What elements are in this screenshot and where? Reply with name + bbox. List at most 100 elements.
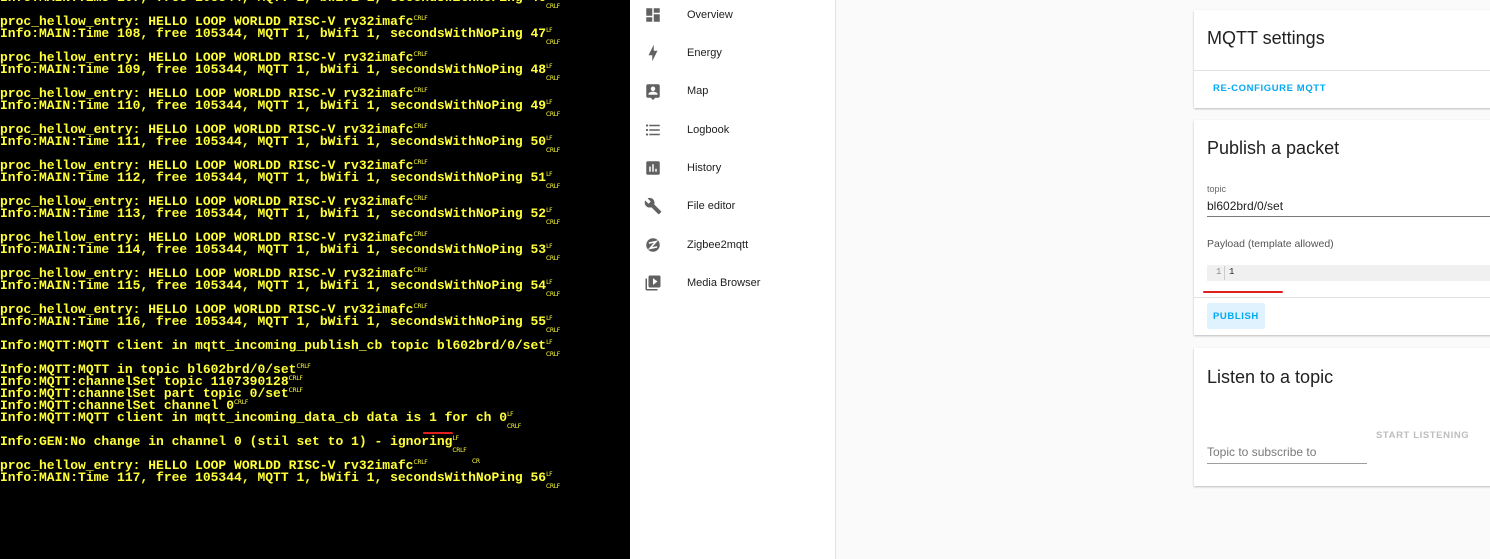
line-ending-marker: CRLF	[546, 3, 560, 10]
publish-button[interactable]: PUBLISH	[1207, 303, 1265, 329]
line-ending-marker: LF	[546, 27, 553, 34]
line-ending-marker: CRLF	[413, 123, 428, 130]
terminal-line-text: Info:MAIN:Time 113, free 105344, MQTT 1,…	[0, 206, 547, 221]
line-ending-marker: CRLF	[546, 75, 560, 82]
line-ending-marker: CRLF	[413, 87, 428, 94]
lightning-bolt-icon	[644, 44, 662, 62]
terminal-line-text: Info:MAIN:Time 115, free 105344, MQTT 1,…	[0, 278, 547, 293]
annotation-underline	[1203, 291, 1283, 293]
line-ending-marker: LF	[546, 135, 553, 142]
sidebar-item-label: Overview	[687, 9, 733, 21]
line-ending-marker: CRLF	[546, 255, 560, 262]
sidebar-item-label: File editor	[687, 200, 736, 212]
card-divider	[1194, 70, 1490, 71]
line-ending-marker: CRLF	[546, 147, 560, 154]
terminal-line: Info:MAIN:Time 112, free 105344, MQTT 1,…	[0, 170, 553, 185]
line-ending-marker: CRLF	[413, 267, 428, 274]
line-ending-marker: CRLF	[546, 183, 560, 190]
terminal-line-text: Info:MAIN:Time 117, free 105344, MQTT 1,…	[0, 470, 547, 485]
terminal-line: Info:MAIN:Time 113, free 105344, MQTT 1,…	[0, 206, 553, 221]
line-ending-marker: CRLF	[546, 219, 560, 226]
topic-input-underline	[1207, 216, 1490, 217]
topic-input[interactable]: bl602brd/0/set	[1207, 199, 1283, 213]
publish-packet-card: Publish a packet topic bl602brd/0/set Pa…	[1194, 120, 1490, 335]
line-ending-marker: LF	[546, 471, 553, 478]
sidebar-item-energy[interactable]: Energy	[630, 42, 835, 80]
sidebar-item-map[interactable]: Map	[630, 80, 835, 118]
terminal-line: Info:MAIN:Time 110, free 105344, MQTT 1,…	[0, 98, 553, 113]
line-ending-marker: CRLF	[413, 459, 428, 466]
map-account-icon	[644, 82, 662, 100]
terminal-line-text: Info:MAIN:Time 109, free 105344, MQTT 1,…	[0, 62, 547, 77]
sidebar: Overview Energy Map Logbook History File…	[630, 0, 836, 559]
start-listening-button[interactable]: START LISTENING	[1376, 430, 1469, 441]
terminal-line-text: Info:MAIN:Time 114, free 105344, MQTT 1,…	[0, 242, 547, 257]
terminal-line: Info:MAIN:Time 111, free 105344, MQTT 1,…	[0, 134, 553, 149]
line-ending-marker: LF	[546, 339, 553, 346]
line-ending-marker: LF	[546, 63, 553, 70]
line-ending-marker: CRLF	[546, 291, 560, 298]
subscribe-input-underline	[1207, 463, 1367, 464]
line-ending-marker: CRLF	[413, 195, 428, 202]
line-ending-marker: CRLF	[507, 423, 521, 430]
terminal-line-text: Info:MAIN:Time 108, free 105344, MQTT 1,…	[0, 26, 547, 41]
payload-editor[interactable]: 1 1	[1207, 265, 1490, 281]
sidebar-item-zigbee2mqtt[interactable]: Zigbee2mqtt	[630, 234, 835, 272]
line-ending-marker: LF	[452, 435, 459, 442]
sidebar-item-label: Logbook	[687, 124, 730, 136]
line-ending-marker: CRLF	[546, 351, 560, 358]
terminal-line: Info:MAIN:Time 108, free 105344, MQTT 1,…	[0, 26, 553, 41]
annotation-underline	[423, 432, 453, 434]
terminal-line: Info:MAIN:Time 109, free 105344, MQTT 1,…	[0, 62, 553, 77]
terminal-line-text: Info:GEN:No change in channel 0 (stil se…	[0, 434, 453, 449]
sidebar-item-overview[interactable]: Overview	[630, 4, 835, 42]
publish-button-label: PUBLISH	[1213, 311, 1259, 322]
terminal-line: Info:MAIN:Time 114, free 105344, MQTT 1,…	[0, 242, 553, 257]
line-ending-marker: CRLF	[413, 15, 428, 22]
terminal-line: Info:MAIN:Time 115, free 105344, MQTT 1,…	[0, 278, 553, 293]
terminal-line-text: Info:MAIN:Time 110, free 105344, MQTT 1,…	[0, 98, 547, 113]
line-ending-marker: CRLF	[413, 231, 428, 238]
line-ending-marker: LF	[546, 243, 553, 250]
sidebar-item-history[interactable]: History	[630, 157, 835, 195]
gutter-divider	[1224, 266, 1225, 280]
topic-label: topic	[1207, 184, 1227, 194]
card-title: Publish a packet	[1207, 138, 1340, 158]
terminal-line-text: Info:MAIN:Time 111, free 105344, MQTT 1,…	[0, 134, 547, 149]
line-ending-marker: CRLF	[288, 375, 303, 382]
terminal-line: Info:GEN:No change in channel 0 (stil se…	[0, 434, 459, 449]
terminal-line-text: Info:MQTT:MQTT client in mqtt_incoming_d…	[0, 410, 508, 425]
line-ending-marker: CRLF	[546, 327, 560, 334]
main-content: MQTT settings RE-CONFIGURE MQTT Publish …	[836, 0, 1490, 559]
payload-line-number: 1	[1216, 267, 1222, 277]
line-ending-marker: LF	[546, 207, 553, 214]
format-list-bulleted-icon	[644, 121, 662, 139]
line-ending-marker: CRLF	[413, 303, 428, 310]
terminal-line: Info:MQTT:MQTT client in mqtt_incoming_p…	[0, 339, 553, 352]
play-box-multiple-icon	[644, 274, 662, 292]
line-ending-marker: LF	[507, 411, 514, 418]
terminal-line: Info:MAIN:Time 116, free 105344, MQTT 1,…	[0, 315, 553, 328]
line-ending-marker: CRLF	[452, 447, 467, 454]
line-ending-marker: CRLF	[296, 363, 311, 370]
listen-topic-card: Listen to a topic Topic to subscribe to …	[1194, 348, 1490, 486]
subscribe-topic-input[interactable]: Topic to subscribe to	[1207, 445, 1316, 459]
line-ending-marker: CRLF	[546, 483, 560, 490]
sidebar-item-file-editor[interactable]: File editor	[630, 195, 835, 233]
reconfigure-mqtt-button[interactable]: RE-CONFIGURE MQTT	[1213, 83, 1326, 94]
sidebar-item-label: Media Browser	[687, 277, 761, 289]
card-title: MQTT settings	[1207, 28, 1325, 48]
view-dashboard-icon	[644, 6, 662, 24]
line-ending-marker: CRLF	[413, 51, 428, 58]
sidebar-item-label: Energy	[687, 47, 722, 59]
line-ending-marker: CRLF	[413, 159, 428, 166]
terminal-line: CRLF	[0, 484, 560, 496]
sidebar-item-logbook[interactable]: Logbook	[630, 119, 835, 157]
line-ending-marker: CRLF	[546, 39, 560, 46]
terminal-line-text: Info:MAIN:Time 112, free 105344, MQTT 1,…	[0, 170, 547, 185]
terminal-line: Info:MAIN:Time 117, free 105344, MQTT 1,…	[0, 470, 553, 485]
line-ending-marker: CRLF	[234, 399, 248, 406]
chart-box-icon	[644, 159, 662, 177]
sidebar-item-media-browser[interactable]: Media Browser	[630, 272, 835, 310]
line-ending-marker: CRLF	[546, 111, 560, 118]
